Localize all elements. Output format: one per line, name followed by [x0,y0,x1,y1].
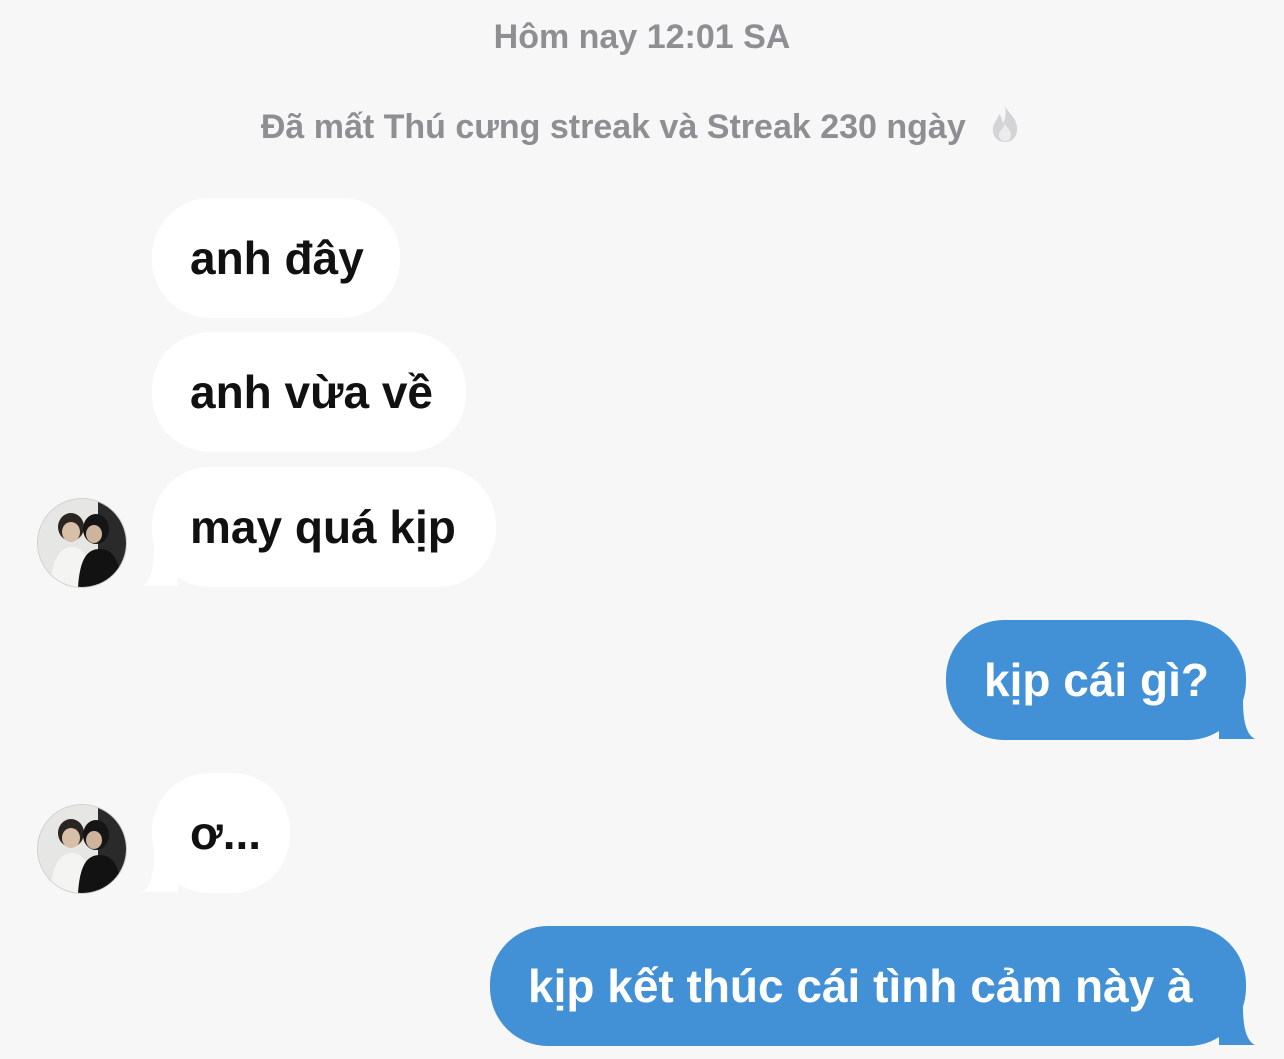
bubble-tail [1219,1007,1255,1045]
fire-icon [993,106,1018,142]
streak-notice-text: Đã mất Thú cưng streak và Streak 230 ngà… [260,108,966,146]
message-bubble-incoming[interactable]: anh đây [152,198,400,318]
bubble-tail [1219,701,1255,739]
message-text: kịp kết thúc cái tình cảm này à [528,960,1193,1012]
avatar-photo-icon [38,499,126,587]
message-text: anh đây [190,232,364,284]
message-text: may quá kịp [190,501,456,553]
message-text: anh vừa về [190,366,433,418]
sender-avatar[interactable] [38,499,126,587]
avatar-photo-icon [38,805,126,893]
message-text: ơ... [190,807,262,859]
message-bubble-outgoing[interactable]: kịp kết thúc cái tình cảm này à [490,926,1246,1046]
message-text: kịp cái gì? [984,654,1209,706]
bubble-tail [142,548,178,586]
message-bubble-incoming[interactable]: may quá kịp [152,467,496,587]
streak-notice: Đã mất Thú cưng streak và Streak 230 ngà… [0,104,1284,147]
message-bubble-outgoing[interactable]: kịp cái gì? [946,620,1246,740]
sender-avatar[interactable] [38,805,126,893]
chat-timestamp: Hôm nay 12:01 SA [493,18,791,56]
message-bubble-incoming[interactable]: anh vừa về [152,332,466,452]
bubble-tail [142,854,178,892]
